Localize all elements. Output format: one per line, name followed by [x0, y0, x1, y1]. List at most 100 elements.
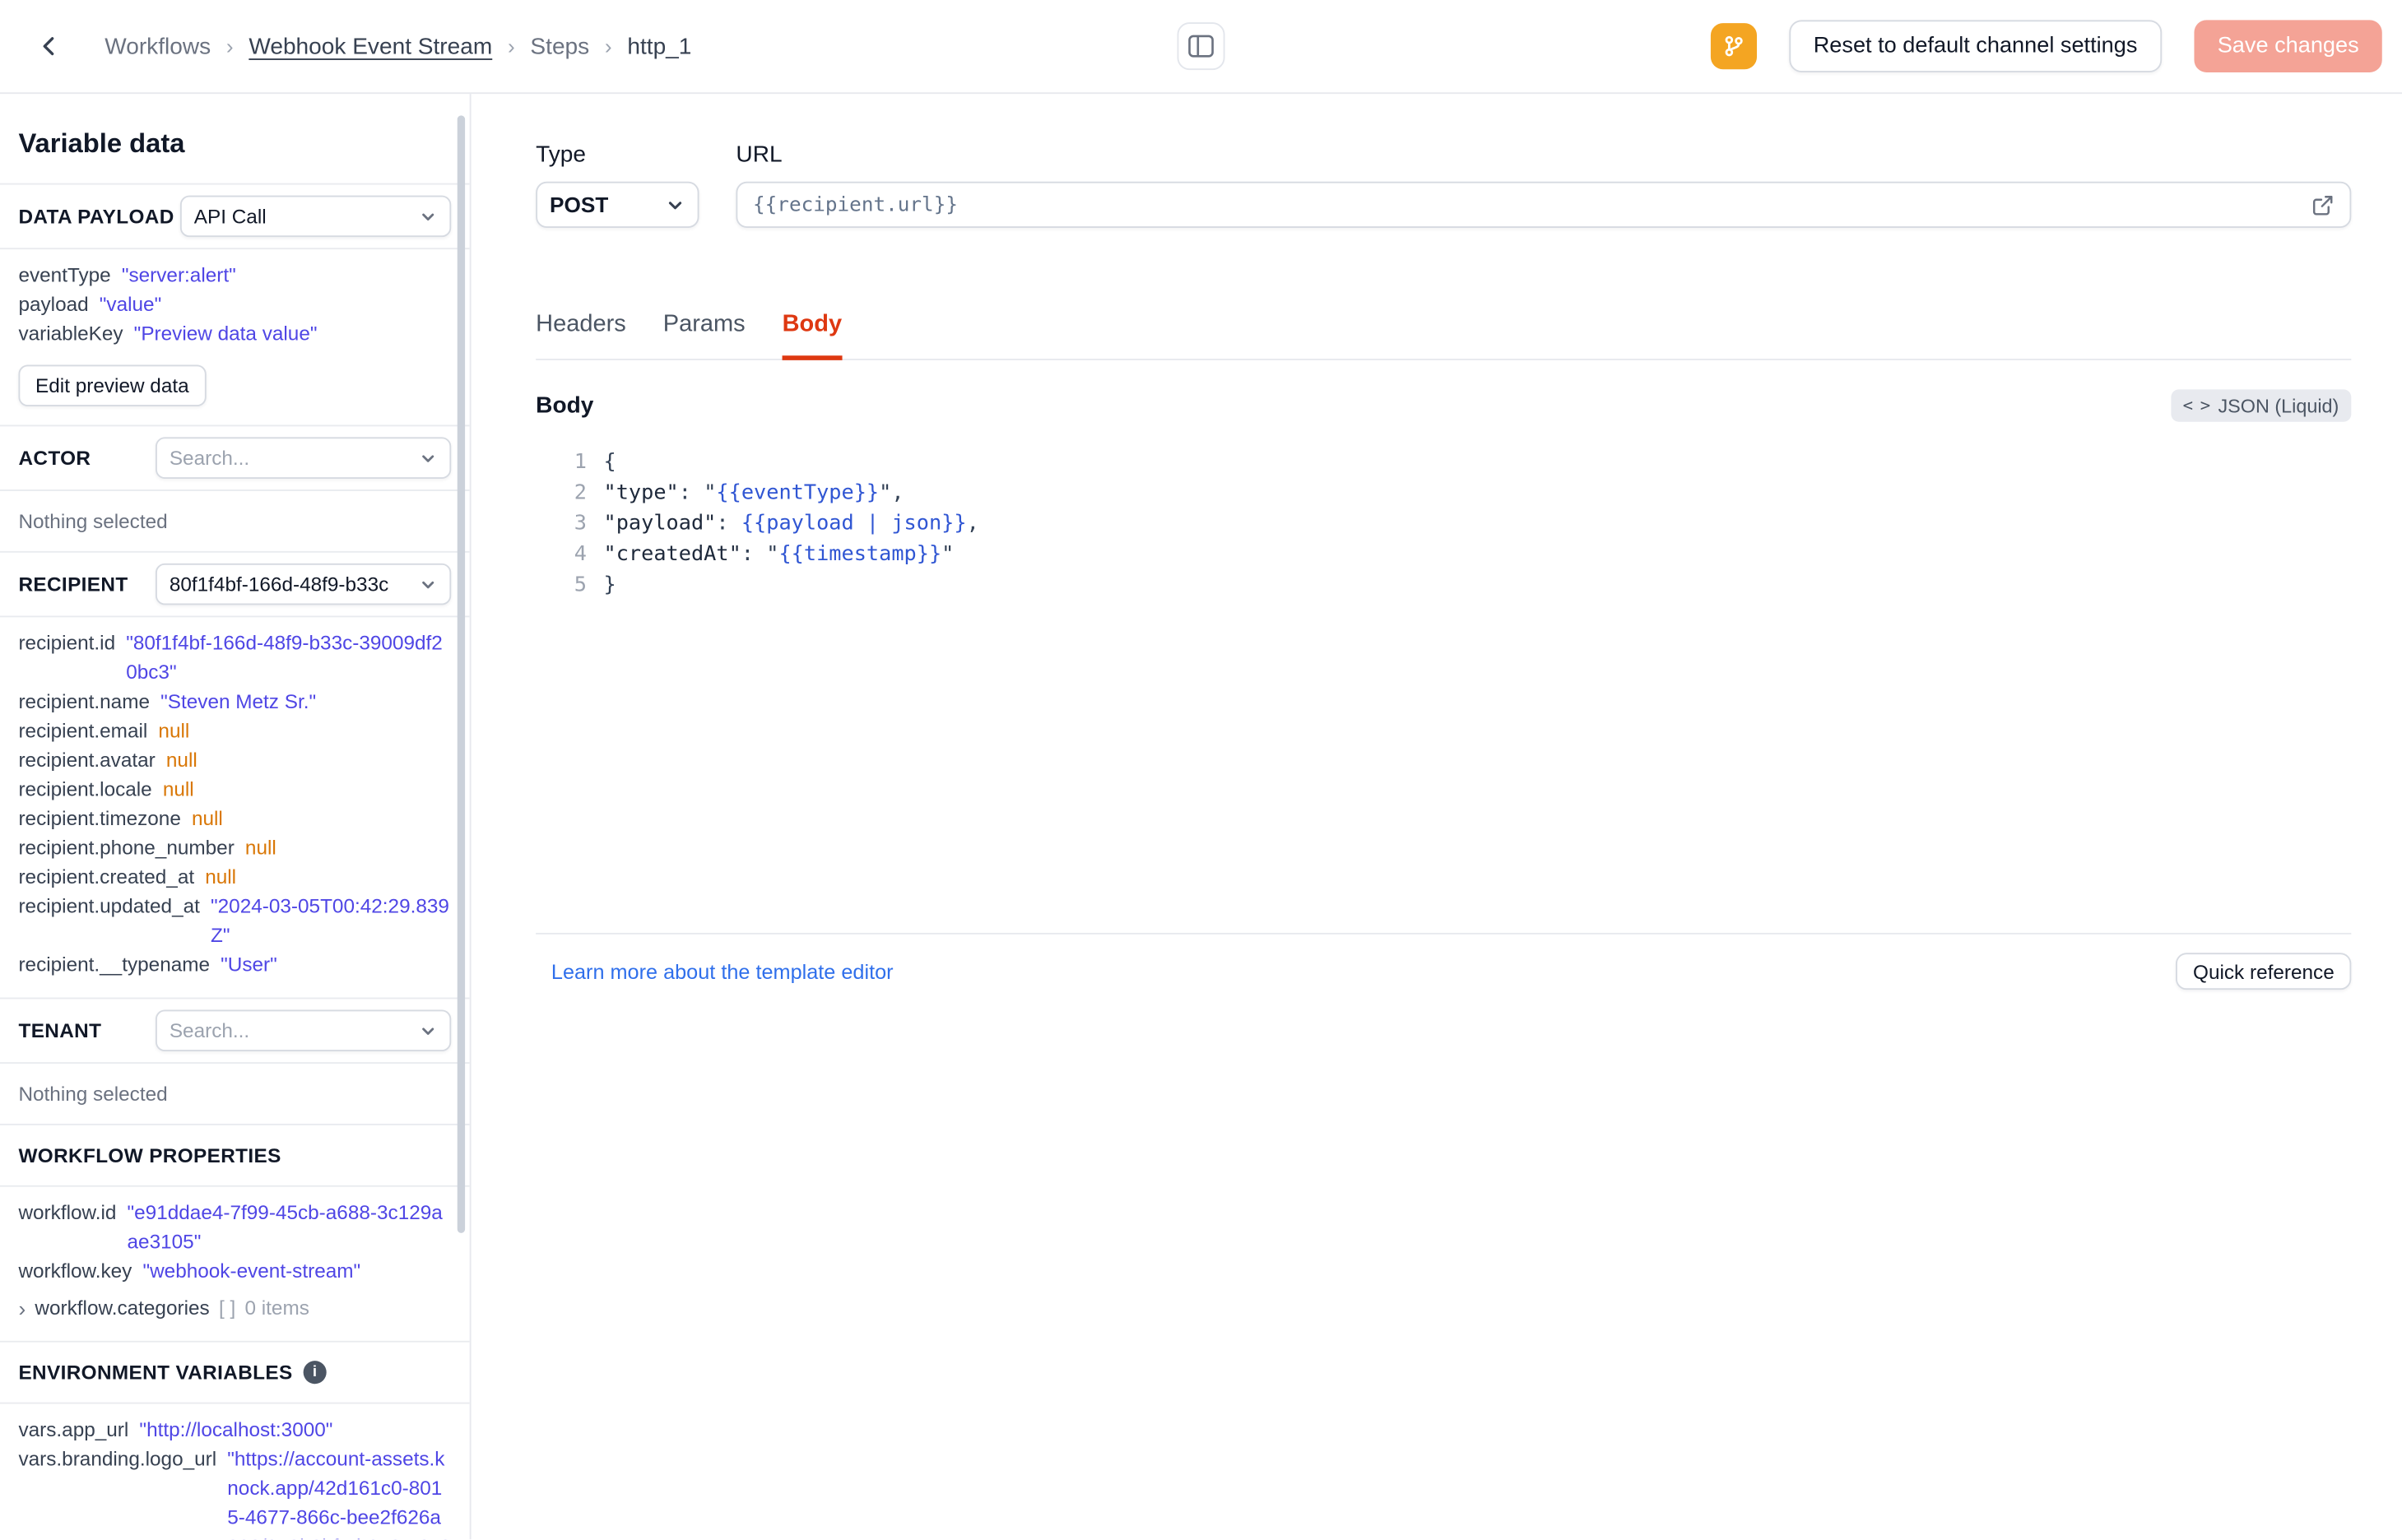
variable-key: recipient.avatar: [18, 748, 156, 772]
tab-headers[interactable]: Headers: [536, 311, 626, 359]
environment-variables-title: ENVIRONMENT VARIABLES: [18, 1361, 293, 1385]
variable-value: null: [165, 748, 197, 772]
arrow-left-icon: [43, 37, 54, 56]
info-icon[interactable]: i: [303, 1361, 327, 1385]
chevron-down-icon: [422, 454, 434, 462]
quick-reference-button[interactable]: Quick reference: [2176, 953, 2352, 990]
variable-value: "80f1f4bf-166d-48f9-b33c-39009df20bc3": [126, 631, 443, 684]
variable-data-panel: Variable data DATA PAYLOAD API Call even…: [0, 94, 472, 1540]
http-method-select[interactable]: POST: [536, 181, 699, 228]
recipient-section: RECIPIENT 80f1f4bf-166d-48f9-b33c: [0, 550, 470, 616]
language-badge-label: JSON (Liquid): [2218, 394, 2339, 417]
variable-row: recipient.email null: [18, 716, 451, 745]
variable-value: null: [205, 865, 237, 888]
environment-variables-header: ENVIRONMENT VARIABLES i: [0, 1340, 470, 1403]
tab-params[interactable]: Params: [663, 311, 746, 359]
data-payload-label: DATA PAYLOAD: [18, 204, 174, 228]
variable-value: "http://localhost:3000": [139, 1417, 333, 1441]
variable-key: recipient.id: [18, 631, 116, 655]
environment-variables-section: vars.app_url "http://localhost:3000" vars.…: [0, 1402, 470, 1539]
variable-key: vars.branding.logo_url: [18, 1446, 217, 1470]
sidebar-toggle-button[interactable]: [1177, 22, 1225, 71]
variable-key: recipient.__typename: [18, 953, 211, 976]
data-payload-section: DATA PAYLOAD API Call: [0, 183, 470, 248]
chevron-down-icon: [422, 212, 434, 220]
variable-value: "webhook-event-stream": [142, 1259, 361, 1283]
data-payload-select[interactable]: API Call: [179, 195, 452, 238]
template-editor-docs-link[interactable]: Learn more about the template editor: [551, 960, 894, 983]
workflow-categories-row[interactable]: › workflow.categories [ ] 0 items: [18, 1293, 451, 1323]
code-line: 2 "type": "{{eventType}}",: [536, 477, 2351, 508]
breadcrumb-separator: ›: [507, 34, 515, 59]
variable-value: "Steven Metz Sr.": [160, 689, 317, 713]
actor-search-select[interactable]: Search...: [155, 437, 452, 479]
chevron-down-icon: [668, 201, 682, 209]
url-field: URL {{recipient.url}}: [736, 141, 2352, 228]
variable-row: recipient.avatar null: [18, 745, 451, 775]
type-field: Type POST: [536, 141, 699, 228]
recipient-select[interactable]: 80f1f4bf-166d-48f9-b33c: [155, 563, 452, 605]
edit-preview-data-button[interactable]: Edit preview data: [18, 364, 207, 406]
tab-body[interactable]: Body: [782, 311, 843, 360]
variable-row: recipient.locale null: [18, 774, 451, 804]
code-line: 4 "createdAt": "{{timestamp}}": [536, 539, 2351, 569]
breadcrumb-separator: ›: [604, 34, 612, 59]
payload-variables-section: eventType "server:alert" payload "value" var…: [0, 248, 470, 424]
line-number: 4: [574, 541, 587, 567]
back-button[interactable]: [26, 23, 72, 69]
variable-row: workflow.key "webhook-event-stream": [18, 1256, 451, 1286]
variable-value: "https://account-assets.knock.app/42d161…: [227, 1446, 451, 1539]
tenant-search-select[interactable]: Search...: [155, 1009, 452, 1052]
reset-channel-settings-button[interactable]: Reset to default channel settings: [1788, 20, 2163, 72]
code-line: 3 "payload": {{payload | json}},: [536, 508, 2351, 538]
variable-row: vars.branding.logo_url "https://account-a…: [18, 1444, 451, 1539]
external-link-icon[interactable]: [2311, 193, 2335, 216]
variable-key: workflow.categories: [35, 1296, 210, 1320]
sidebar-scrollbar[interactable]: [457, 115, 466, 1233]
recipient-variables-section: recipient.id "80f1f4bf-166d-48f9-b33c-390…: [0, 615, 470, 997]
tenant-section: TENANT Search...: [0, 997, 470, 1063]
request-config-row: Type POST URL {{recipient.url}}: [536, 141, 2352, 228]
variable-row: variableKey "Preview data value": [18, 318, 451, 348]
code-line: 1{: [536, 447, 2351, 477]
breadcrumb-item[interactable]: Webhook Event Stream: [249, 33, 492, 59]
variable-key: variableKey: [18, 322, 123, 346]
line-number: 5: [574, 573, 587, 598]
panel-layout-icon: [1188, 35, 1214, 58]
variable-key: payload: [18, 292, 89, 316]
chevron-down-icon: [422, 1027, 434, 1034]
line-number: 2: [574, 480, 587, 505]
code-brackets-icon: < >: [2182, 395, 2210, 416]
variable-row: recipient.updated_at "2024-03-05T00:42:29…: [18, 891, 451, 949]
code-text: "createdAt": "{{timestamp}}": [603, 541, 955, 567]
variable-key: recipient.created_at: [18, 865, 195, 888]
actor-empty-state: Nothing selected: [0, 489, 470, 551]
variable-value: "User": [221, 953, 277, 976]
pending-changes-button[interactable]: [1710, 23, 1757, 70]
tenant-search-placeholder: Search...: [169, 1018, 250, 1042]
actor-section: ACTOR Search...: [0, 424, 470, 489]
url-field-label: URL: [736, 141, 783, 168]
workflow-properties-section: workflow.id "e91ddae4-7f99-45cb-a688-3c12…: [0, 1185, 470, 1341]
url-input[interactable]: {{recipient.url}}: [736, 181, 2352, 228]
chevron-right-icon: ›: [18, 1295, 26, 1320]
variable-row: payload "value": [18, 290, 451, 319]
body-code-editor[interactable]: 1{2 "type": "{{eventType}}", 3 "payload": {…: [536, 447, 2351, 933]
data-payload-selected-value: API Call: [193, 204, 267, 228]
breadcrumb-item[interactable]: Workflows: [105, 33, 211, 59]
tenant-label: TENANT: [18, 1018, 102, 1042]
workflow-properties-header: WORKFLOW PROPERTIES: [0, 1123, 470, 1185]
variable-key: recipient.updated_at: [18, 894, 200, 918]
tenant-empty-state: Nothing selected: [0, 1062, 470, 1124]
variable-value: "2024-03-05T00:42:29.839Z": [211, 894, 449, 947]
variable-row: workflow.id "e91ddae4-7f99-45cb-a688-3c12…: [18, 1198, 451, 1256]
variable-key: recipient.locale: [18, 777, 152, 801]
language-badge[interactable]: < > JSON (Liquid): [2170, 389, 2352, 422]
variable-value: "e91ddae4-7f99-45cb-a688-3c129aae3105": [127, 1200, 443, 1254]
variable-value: null: [244, 836, 276, 860]
recipient-label: RECIPIENT: [18, 573, 128, 596]
variable-row: recipient.__typename "User": [18, 950, 451, 980]
save-changes-button[interactable]: Save changes: [2194, 20, 2382, 72]
type-field-label: Type: [536, 141, 587, 168]
request-tabs: Headers Params Body: [536, 311, 2352, 360]
